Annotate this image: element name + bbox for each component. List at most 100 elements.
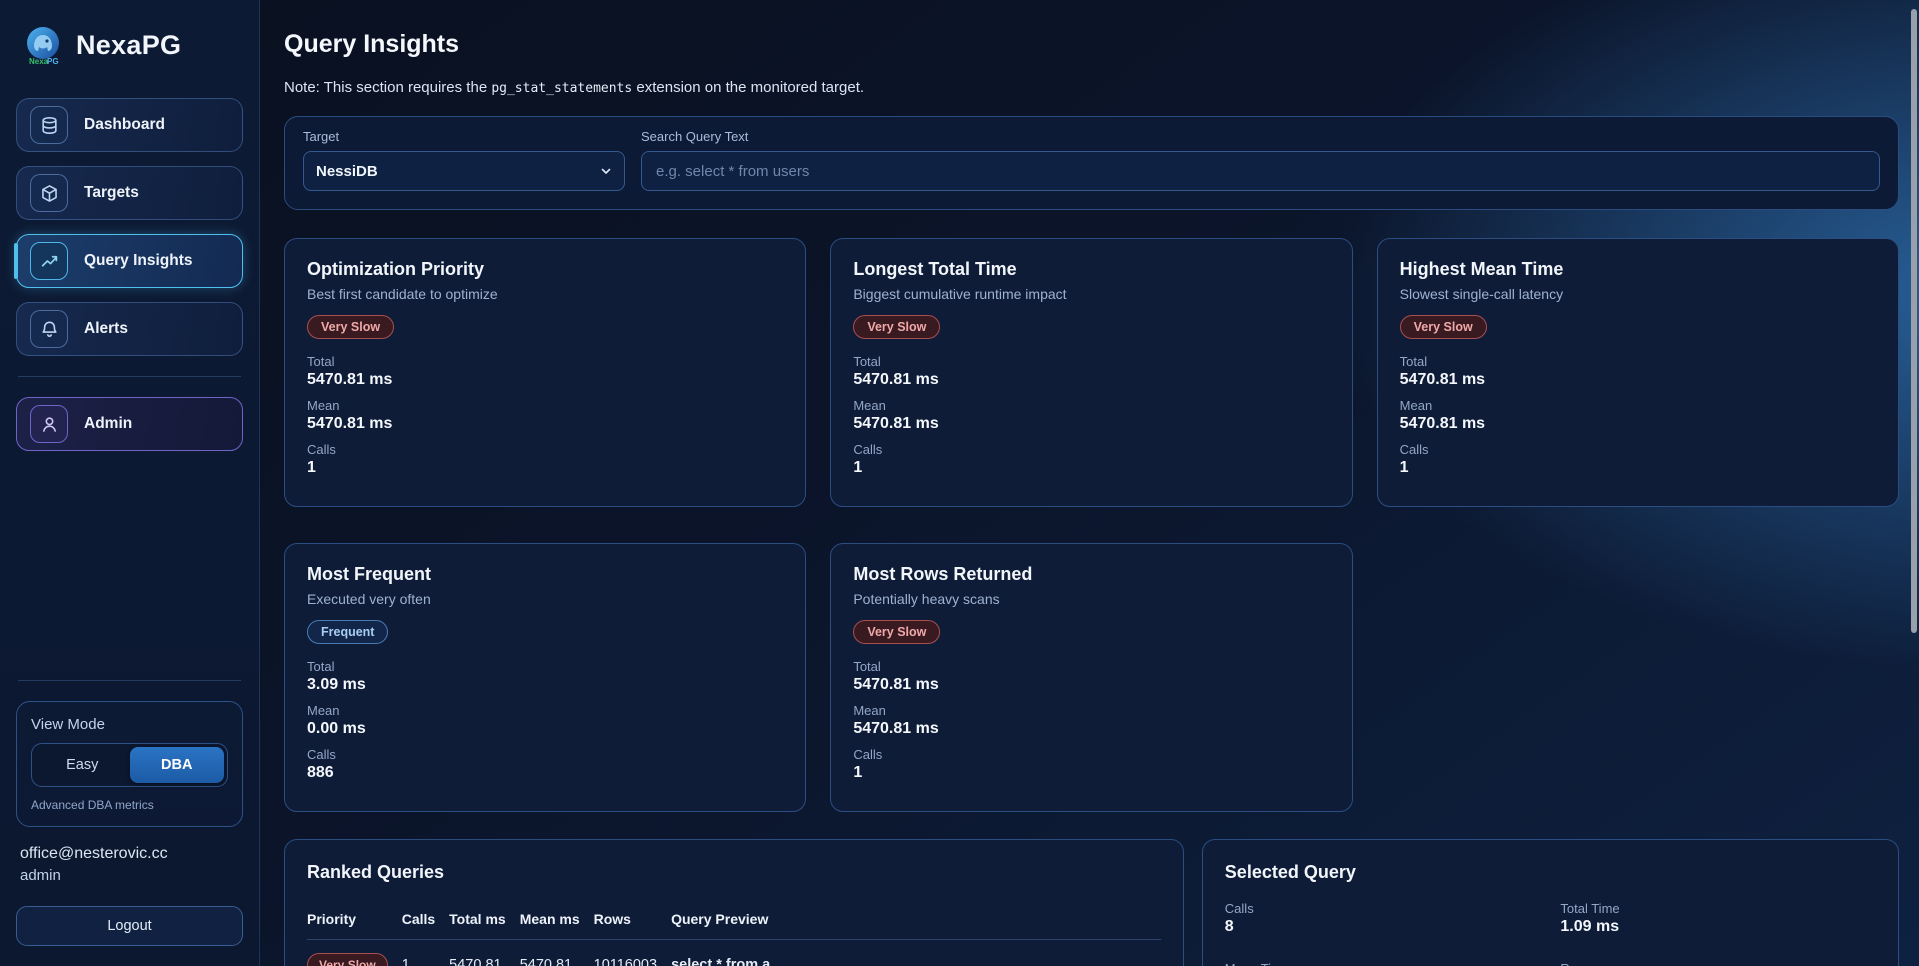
cell-rows: 10116003 bbox=[594, 940, 671, 966]
metric-value: 1 bbox=[853, 764, 1329, 782]
selected-query-metrics: Calls 8 Total Time 1.09 ms Mean Time 0.1… bbox=[1225, 901, 1876, 966]
view-mode-easy-button[interactable]: Easy bbox=[35, 747, 130, 783]
column-header-mean-ms: Mean ms bbox=[520, 901, 594, 940]
ranked-queries-title: Ranked Queries bbox=[307, 862, 1161, 883]
metric-value: 1.09 ms bbox=[1560, 918, 1876, 936]
sidebar-item-label: Targets bbox=[84, 184, 139, 202]
page-title: Query Insights bbox=[284, 30, 1899, 59]
stat-card-subtitle: Executed very often bbox=[307, 591, 783, 607]
sidebar-item-targets[interactable]: Targets bbox=[16, 166, 243, 220]
sidebar-item-dashboard[interactable]: Dashboard bbox=[16, 98, 243, 152]
svg-text:PG: PG bbox=[47, 57, 59, 66]
user-role: admin bbox=[16, 867, 243, 884]
metric-value: 886 bbox=[307, 764, 783, 782]
search-query-input[interactable] bbox=[641, 151, 1880, 191]
stat-card-highest-mean-time: Highest Mean Time Slowest single-call la… bbox=[1377, 238, 1899, 507]
sidebar-spacer bbox=[16, 465, 243, 674]
main-content: Query Insights Note: This section requir… bbox=[260, 0, 1919, 966]
stat-card-title: Most Frequent bbox=[307, 564, 783, 585]
note-prefix: Note: This section requires the bbox=[284, 79, 491, 96]
target-select-value: NessiDB bbox=[316, 163, 378, 180]
stat-card-subtitle: Biggest cumulative runtime impact bbox=[853, 286, 1329, 302]
stat-card-subtitle: Best first candidate to optimize bbox=[307, 286, 783, 302]
chevron-down-icon bbox=[600, 165, 612, 177]
metric-label: Mean bbox=[307, 398, 783, 413]
metric-label: Calls bbox=[1400, 442, 1876, 457]
bell-icon bbox=[30, 310, 68, 348]
table-row[interactable]: Very Slow 1 5470.81 5470.81 10116003 sel… bbox=[307, 940, 1161, 966]
column-header-calls: Calls bbox=[402, 901, 449, 940]
target-field-group: Target NessiDB bbox=[303, 129, 625, 191]
metric-label: Mean bbox=[1400, 398, 1876, 413]
view-mode-dba-button[interactable]: DBA bbox=[130, 747, 225, 783]
status-badge: Very Slow bbox=[853, 620, 940, 644]
metric-value: 1 bbox=[307, 459, 783, 477]
sidebar-item-label: Admin bbox=[84, 415, 132, 433]
stat-card-title: Highest Mean Time bbox=[1400, 259, 1876, 280]
filter-bar: Target NessiDB Search Query Text bbox=[284, 116, 1899, 210]
view-mode-toggle: Easy DBA bbox=[31, 743, 228, 787]
column-header-priority: Priority bbox=[307, 901, 402, 940]
metric-label: Calls bbox=[307, 442, 783, 457]
metric-value: 5470.81 ms bbox=[853, 415, 1329, 433]
stat-card-title: Optimization Priority bbox=[307, 259, 783, 280]
logout-button[interactable]: Logout bbox=[16, 906, 243, 946]
sidebar-item-label: Dashboard bbox=[84, 116, 165, 134]
stat-card-subtitle: Slowest single-call latency bbox=[1400, 286, 1876, 302]
metric-label: Calls bbox=[853, 442, 1329, 457]
metric-value: 5470.81 ms bbox=[1400, 415, 1876, 433]
status-badge: Very Slow bbox=[1400, 315, 1487, 339]
stat-card-subtitle: Potentially heavy scans bbox=[853, 591, 1329, 607]
brand: Nexa PG NexaPG bbox=[16, 18, 243, 68]
nexapg-logo-icon: Nexa PG bbox=[20, 22, 66, 68]
stat-card-title: Most Rows Returned bbox=[853, 564, 1329, 585]
divider bbox=[18, 680, 241, 681]
sidebar-item-admin[interactable]: Admin bbox=[16, 397, 243, 451]
pg-stat-note: Note: This section requires the pg_stat_… bbox=[284, 79, 1899, 96]
metric-value: 5470.81 ms bbox=[307, 415, 783, 433]
column-header-rows: Rows bbox=[594, 901, 671, 940]
stat-card-longest-total-time: Longest Total Time Biggest cumulative ru… bbox=[830, 238, 1352, 507]
metric-value: 5470.81 ms bbox=[853, 371, 1329, 389]
metric-label: Calls bbox=[1225, 901, 1541, 916]
priority-badge: Very Slow bbox=[307, 953, 388, 966]
metric-label: Calls bbox=[307, 747, 783, 762]
view-mode-label: View Mode bbox=[31, 716, 228, 733]
table-header-row: Priority Calls Total ms Mean ms Rows Que… bbox=[307, 901, 1161, 940]
view-mode-card: View Mode Easy DBA Advanced DBA metrics bbox=[16, 701, 243, 827]
user-icon bbox=[30, 405, 68, 443]
metric-value: 3.09 ms bbox=[307, 676, 783, 694]
metric-value: 5470.81 ms bbox=[853, 676, 1329, 694]
bottom-section: Ranked Queries Priority Calls Total ms M… bbox=[284, 839, 1899, 966]
metric-label: Mean bbox=[853, 703, 1329, 718]
sidebar-item-query-insights[interactable]: Query Insights bbox=[16, 234, 243, 288]
status-badge: Very Slow bbox=[307, 315, 394, 339]
vertical-scrollbar-thumb[interactable] bbox=[1911, 9, 1917, 633]
cell-mean-ms: 5470.81 bbox=[520, 940, 594, 966]
note-suffix: extension on the monitored target. bbox=[632, 79, 864, 96]
target-select[interactable]: NessiDB bbox=[303, 151, 625, 191]
metric-label: Total bbox=[853, 354, 1329, 369]
column-header-query-preview: Query Preview bbox=[671, 901, 1161, 940]
metric-label: Calls bbox=[853, 747, 1329, 762]
metric-label: Mean Time bbox=[1225, 961, 1541, 966]
selected-query-title: Selected Query bbox=[1225, 862, 1876, 883]
selected-query-panel: Selected Query Calls 8 Total Time 1.09 m… bbox=[1202, 839, 1899, 966]
metric-value: 5470.81 ms bbox=[853, 720, 1329, 738]
stat-card-optimization-priority: Optimization Priority Best first candida… bbox=[284, 238, 806, 507]
metric-value: 5470.81 ms bbox=[1400, 371, 1876, 389]
sidebar-item-alerts[interactable]: Alerts bbox=[16, 302, 243, 356]
sidebar: Nexa PG NexaPG Dashboard Targets bbox=[0, 0, 260, 966]
metric-label: Total bbox=[853, 659, 1329, 674]
stat-cards-grid: Optimization Priority Best first candida… bbox=[284, 238, 1899, 812]
search-field-group: Search Query Text bbox=[641, 129, 1880, 191]
metric-value: 8 bbox=[1225, 918, 1541, 936]
cell-calls: 1 bbox=[402, 940, 449, 966]
stat-card-most-rows-returned: Most Rows Returned Potentially heavy sca… bbox=[830, 543, 1352, 812]
metric-label: Mean bbox=[853, 398, 1329, 413]
metric-value: 1 bbox=[853, 459, 1329, 477]
database-icon bbox=[30, 106, 68, 144]
target-label: Target bbox=[303, 129, 625, 144]
metric-value: 5470.81 ms bbox=[307, 371, 783, 389]
metric-label: Total bbox=[307, 659, 783, 674]
